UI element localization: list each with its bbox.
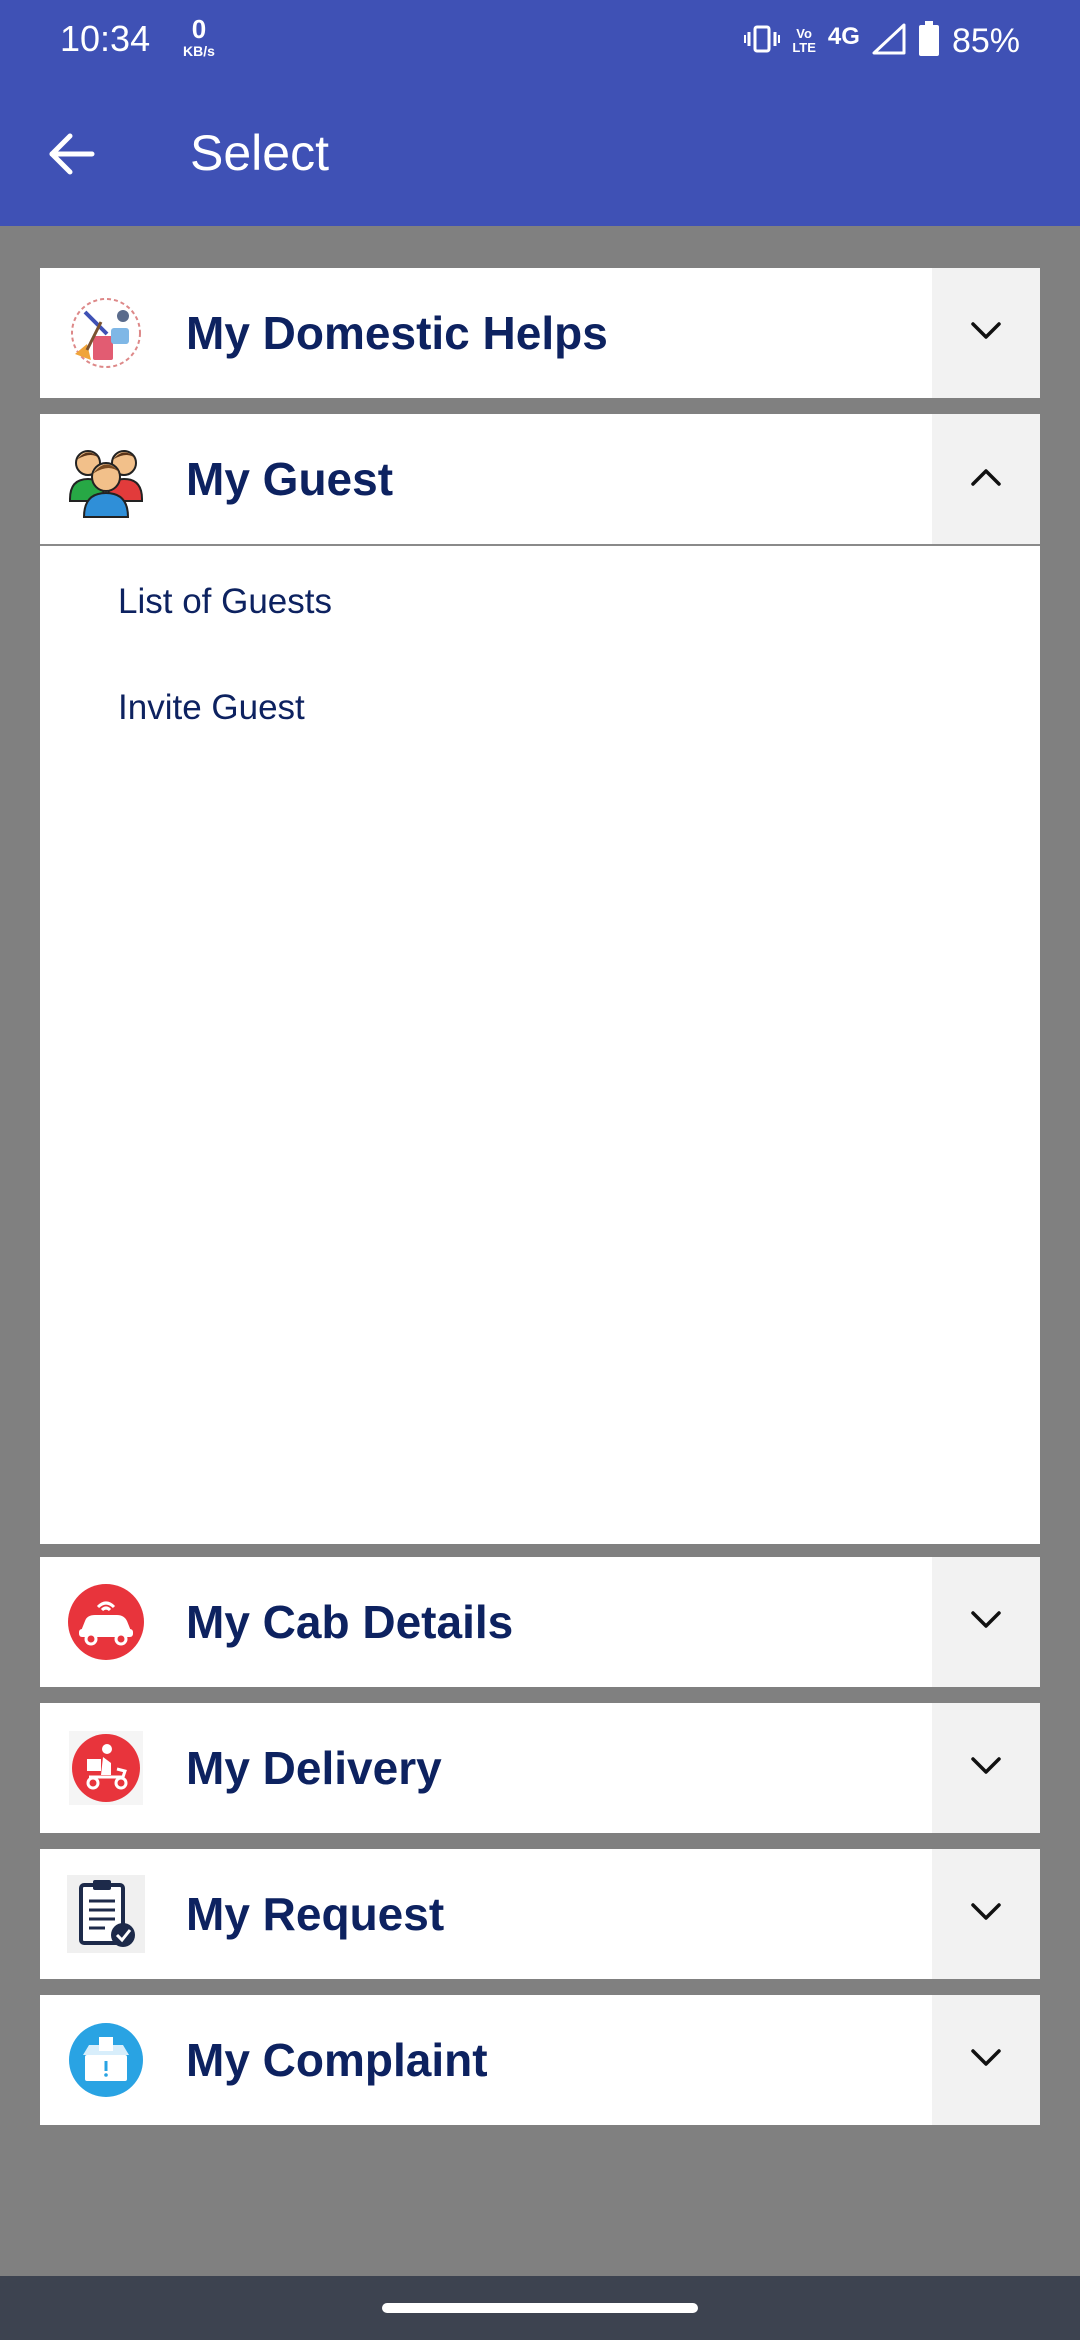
network-speed-unit: KB/s [183,43,215,59]
expand-toggle[interactable] [932,1703,1040,1833]
section-title: My Domestic Helps [186,307,608,359]
chevron-down-icon [970,1610,1002,1635]
chevron-down-icon [970,1902,1002,1927]
signal-icon [872,23,906,60]
complaint-box-icon [66,2020,146,2100]
expand-toggle[interactable] [932,1849,1040,1979]
arrow-left-icon [48,132,96,181]
network-type: 4G [827,23,860,50]
section-request[interactable]: My Request [40,1849,1040,1979]
page-title: Select [190,125,329,181]
guest-submenu: List of Guests Invite Guest [40,544,1040,1544]
domestic-help-icon [66,293,146,373]
home-gesture-handle[interactable] [382,2303,698,2313]
app-bar: Select [0,84,1080,226]
network-speed-value: 0 [191,14,207,44]
status-icons: Vo LTE 4G 85% [744,16,1020,66]
back-button[interactable] [36,124,108,188]
chevron-up-icon [970,467,1002,492]
battery-icon [918,20,940,62]
collapse-toggle[interactable] [932,414,1040,544]
section-title: My Cab Details [186,1596,514,1648]
section-complaint[interactable]: My Complaint [40,1995,1040,2125]
delivery-scooter-icon [66,1728,146,1808]
chevron-down-icon [970,2048,1002,2073]
volte-bottom-label: LTE [792,40,816,55]
guests-icon [66,439,146,519]
menu-item-list-of-guests[interactable]: List of Guests [118,582,332,622]
section-delivery[interactable]: My Delivery [40,1703,1040,1833]
status-time: 10:34 [60,18,151,59]
menu-item-invite-guest[interactable]: Invite Guest [118,688,305,728]
request-clipboard-icon [66,1874,146,1954]
system-navigation-bar [0,2276,1080,2340]
volte-indicator: Vo LTE [792,27,816,54]
expand-toggle[interactable] [932,1557,1040,1687]
expand-toggle[interactable] [932,268,1040,398]
section-title: My Delivery [186,1742,442,1794]
chevron-down-icon [970,321,1002,346]
section-title: My Complaint [186,2034,488,2086]
status-bar: 10:34 0 KB/s Vo LTE 4G 85% [0,0,1080,84]
vibrate-icon [744,24,781,59]
chevron-down-icon [970,1756,1002,1781]
section-guest[interactable]: My Guest [40,414,1040,544]
battery-level: 85% [951,21,1020,60]
section-cab-details[interactable]: My Cab Details [40,1557,1040,1687]
section-title: My Request [186,1888,445,1940]
section-title: My Guest [186,453,394,505]
expand-toggle[interactable] [932,1995,1040,2125]
network-speed: 0 KB/s [174,16,224,58]
section-domestic-helps[interactable]: My Domestic Helps [40,268,1040,398]
cab-icon [66,1582,146,1662]
